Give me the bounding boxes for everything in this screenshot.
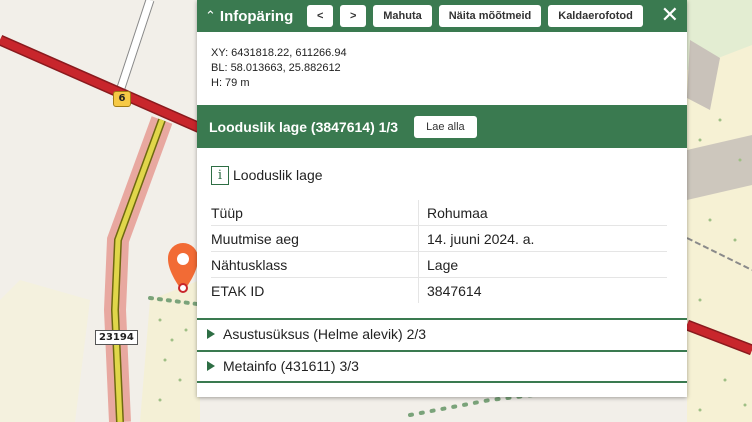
table-row: Tüüp Rohumaa (211, 200, 667, 226)
section-divider (197, 381, 687, 383)
layer-title: Looduslik lage (3847614) 1/3 (209, 118, 399, 135)
coordinates: XY: 6431818.22, 611266.94 BL: 58.013663,… (197, 32, 687, 105)
table-row: ETAK ID 3847614 (211, 277, 667, 303)
attribute-key: ETAK ID (211, 282, 265, 299)
attribute-value: Rohumaa (418, 200, 667, 226)
collapse-chevron-icon[interactable]: ⌃ (205, 10, 216, 23)
show-measurements-button[interactable]: Näita mõõtmeid (438, 5, 542, 27)
xy-coordinate: XY: 6431818.22, 611266.94 (211, 47, 347, 59)
road-shield: 6 (113, 91, 131, 107)
feature-heading: i Looduslik lage (197, 148, 687, 188)
bl-coordinate: BL: 58.013663, 25.882612 (211, 62, 341, 74)
panel-header: ⌃ Infopäring < > Mahuta Näita mõõtmeid K… (197, 0, 687, 32)
next-button[interactable]: > (340, 5, 367, 27)
attribute-value: 3847614 (418, 277, 667, 303)
download-button[interactable]: Lae alla (414, 115, 477, 138)
section-settlement[interactable]: Asustusüksus (Helme alevik) 2/3 (197, 318, 687, 348)
oblique-photos-button[interactable]: Kaldaerofotod (548, 5, 643, 27)
layer-header: Looduslik lage (3847614) 1/3 Lae alla (197, 105, 687, 148)
section-label: Asustusüksus (Helme alevik) 2/3 (223, 326, 427, 342)
attribute-key: Nähtusklass (211, 251, 419, 278)
section-metainfo[interactable]: Metainfo (431611) 3/3 (197, 350, 687, 380)
info-icon: i (211, 165, 229, 185)
fit-button[interactable]: Mahuta (373, 5, 432, 27)
attribute-value: 14. juuni 2024. a. (418, 225, 667, 252)
table-row: Muutmise aeg 14. juuni 2024. a. (211, 225, 667, 252)
attribute-key: Tüüp (211, 200, 419, 226)
attribute-table: Tüüp Rohumaa Muutmise aeg 14. juuni 2024… (211, 200, 667, 303)
prev-button[interactable]: < (307, 5, 334, 27)
attribute-value: Lage (418, 251, 667, 278)
feature-name: Looduslik lage (233, 167, 323, 183)
road-number-label: 23194 (95, 330, 138, 345)
close-icon[interactable]: ✕ (661, 5, 679, 27)
info-query-panel: ⌃ Infopäring < > Mahuta Näita mõõtmeid K… (197, 0, 687, 397)
table-row: Nähtusklass Lage (211, 251, 667, 278)
expand-triangle-icon (207, 329, 215, 339)
section-label: Metainfo (431611) 3/3 (223, 358, 359, 374)
panel-title: Infopäring (219, 7, 294, 25)
attribute-key: Muutmise aeg (211, 225, 419, 252)
height-value: H: 79 m (211, 77, 250, 89)
expand-triangle-icon (207, 361, 215, 371)
